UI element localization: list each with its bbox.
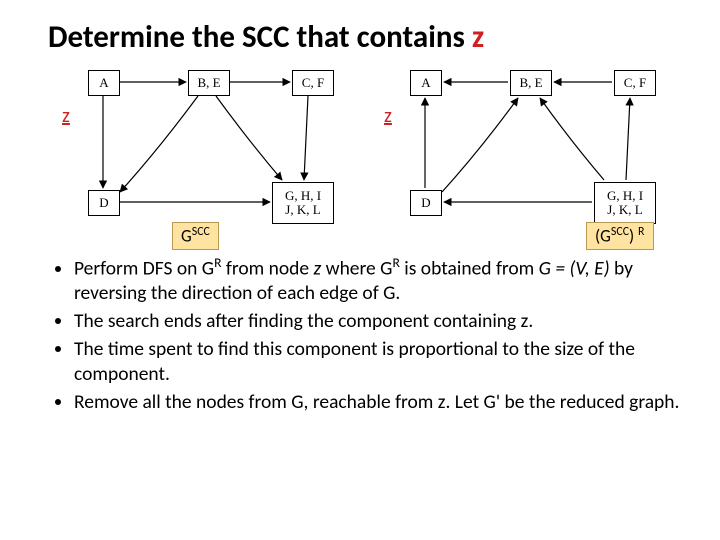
bullet-1: Perform DFS on GR from node z where GR i… (74, 254, 680, 306)
title-z: z (472, 18, 484, 56)
node-a-r: A (410, 70, 442, 96)
caption-gscc-r: (GSCC) R (586, 222, 654, 250)
node-d-r: D (410, 190, 442, 216)
z-marker-left: z (62, 104, 70, 128)
caption-gscc: GSCC (172, 222, 219, 250)
z-marker-right: z (384, 104, 392, 128)
bullet-2: The search ends after finding the compon… (74, 309, 680, 334)
bullet-4: Remove all the nodes from G, reachable f… (74, 390, 680, 415)
bullet-list: Perform DFS on GR from node z where GR i… (48, 254, 680, 415)
node-cf-r: C, F (614, 70, 656, 96)
node-be: B, E (188, 70, 230, 96)
bullet-3: The time spent to find this component is… (74, 337, 680, 387)
title-text: Determine the SCC that contains (48, 18, 472, 56)
page-title: Determine the SCC that contains z (48, 18, 680, 56)
graph-gscc: A B, E C, F D G, H, IJ, K, L z GSCC (48, 70, 348, 244)
node-ghi: G, H, IJ, K, L (272, 182, 334, 224)
node-cf: C, F (292, 70, 334, 96)
graph-gscc-r: A B, E C, F D G, H, IJ, K, L z (GSCC) R (370, 70, 670, 244)
node-d: D (88, 190, 120, 216)
node-ghi-r: G, H, IJ, K, L (594, 182, 656, 224)
graph-row: A B, E C, F D G, H, IJ, K, L z GSCC (48, 70, 680, 244)
node-be-r: B, E (510, 70, 552, 96)
node-a: A (88, 70, 120, 96)
